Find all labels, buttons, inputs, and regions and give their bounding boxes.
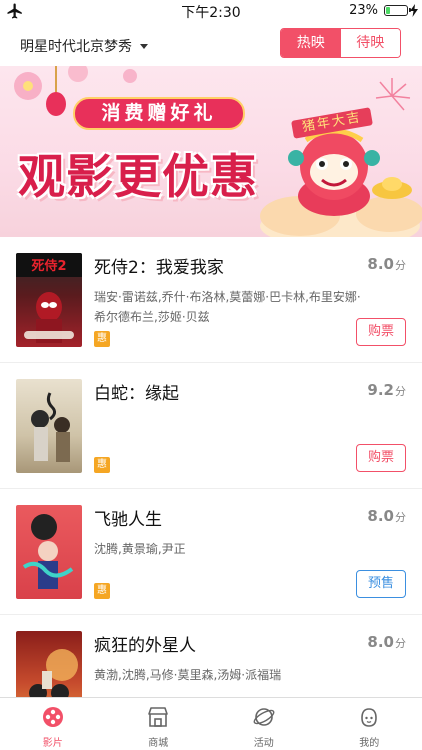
- movie-cast: 沈腾,黄景瑜,尹正: [94, 542, 186, 556]
- tab-now-showing[interactable]: 热映: [281, 29, 341, 57]
- movie-poster[interactable]: [16, 505, 82, 599]
- buy-ticket-button[interactable]: 购票: [356, 318, 406, 346]
- movie-title[interactable]: 飞驰人生: [94, 505, 162, 530]
- movie-item[interactable]: 飞驰人生 8.0分 沈腾,黄景瑜,尹正 惠 预售: [0, 489, 422, 615]
- movie-item[interactable]: 疯狂的外星人 8.0分 黄渤,沈腾,马修·莫里森,汤姆·派福瑞: [0, 615, 422, 697]
- movie-item[interactable]: 白蛇：缘起 9.2分 惠 购票: [0, 363, 422, 489]
- tab-label: 商城: [148, 738, 169, 749]
- score-unit: 分: [395, 511, 406, 524]
- header: 明星时代北京梦秀 热映 待映: [0, 22, 422, 66]
- battery-percent: 23%: [349, 3, 378, 18]
- banner-ribbon: 消费赠好礼: [73, 97, 245, 130]
- movie-score: 9.2分: [367, 381, 406, 399]
- poster-art: [22, 514, 74, 589]
- store-icon: [148, 707, 169, 727]
- tab-label: 活动: [253, 738, 274, 749]
- movie-poster[interactable]: [16, 631, 82, 697]
- presale-button[interactable]: 预售: [356, 570, 406, 598]
- score-unit: 分: [395, 385, 406, 398]
- score-value: 8.0: [367, 255, 394, 273]
- score-value: 8.0: [367, 633, 394, 651]
- battery-icon: [384, 5, 411, 16]
- score-unit: 分: [395, 259, 406, 272]
- discount-tag: 惠: [94, 331, 110, 347]
- tab-movies[interactable]: 影片: [0, 698, 106, 750]
- film-reel-icon: [42, 707, 63, 727]
- score-value: 9.2: [367, 381, 394, 399]
- movie-title[interactable]: 白蛇：缘起: [94, 379, 179, 404]
- poster-art: [31, 392, 70, 462]
- bottom-tab-bar: 影片 商城 活动 我的: [0, 697, 422, 750]
- movie-poster[interactable]: 死侍2: [16, 253, 82, 347]
- movie-list: 死侍2 死侍2：我爱我家 8.0分 瑞安·雷诺兹,乔什·布洛林,莫蕾娜·巴卡林,…: [0, 237, 422, 697]
- discount-tag: 惠: [94, 457, 110, 473]
- activity-planet-icon: [253, 708, 275, 726]
- caret-down-icon: [140, 43, 148, 49]
- score-unit: 分: [395, 637, 406, 650]
- charging-bolt-icon: [410, 4, 418, 17]
- movie-cast: 瑞安·雷诺兹,乔什·布洛林,莫蕾娜·巴卡林,布里安娜·希尔德布兰,莎姬·贝兹: [94, 290, 361, 324]
- poster-title: 死侍2: [31, 258, 66, 274]
- movie-title[interactable]: 死侍2：我爱我家: [94, 253, 224, 278]
- discount-tag: 惠: [94, 583, 110, 599]
- cinema-selector[interactable]: 明星时代北京梦秀: [20, 36, 148, 56]
- tab-store[interactable]: 商城: [106, 698, 212, 750]
- showing-segment-control: 热映 待映: [280, 28, 401, 58]
- movie-score: 8.0分: [367, 633, 406, 651]
- status-bar: 下午2:30 23%: [0, 0, 422, 22]
- movie-score: 8.0分: [367, 255, 406, 273]
- movie-poster[interactable]: [16, 379, 82, 473]
- profile-face-icon: [361, 708, 378, 727]
- tab-label: 我的: [359, 738, 380, 749]
- movie-cast: 黄渤,沈腾,马修·莫里森,汤姆·派福瑞: [94, 668, 282, 682]
- movie-item[interactable]: 死侍2 死侍2：我爱我家 8.0分 瑞安·雷诺兹,乔什·布洛林,莫蕾娜·巴卡林,…: [0, 237, 422, 363]
- buy-ticket-button[interactable]: 购票: [356, 444, 406, 472]
- tab-label: 影片: [42, 738, 63, 749]
- movie-score: 8.0分: [367, 507, 406, 525]
- cinema-name: 明星时代北京梦秀: [20, 39, 132, 55]
- score-value: 8.0: [367, 507, 394, 525]
- promo-banner[interactable]: 猪年大吉 消费赠好礼 观影更优惠: [0, 66, 422, 237]
- tab-profile[interactable]: 我的: [317, 698, 422, 750]
- tab-activity[interactable]: 活动: [211, 698, 317, 750]
- poster-art: [29, 649, 78, 697]
- movie-title[interactable]: 疯狂的外星人: [94, 631, 196, 656]
- poster-art: 死侍2: [16, 253, 82, 343]
- tab-coming-soon[interactable]: 待映: [340, 29, 400, 57]
- banner-headline: 观影更优惠: [18, 150, 258, 205]
